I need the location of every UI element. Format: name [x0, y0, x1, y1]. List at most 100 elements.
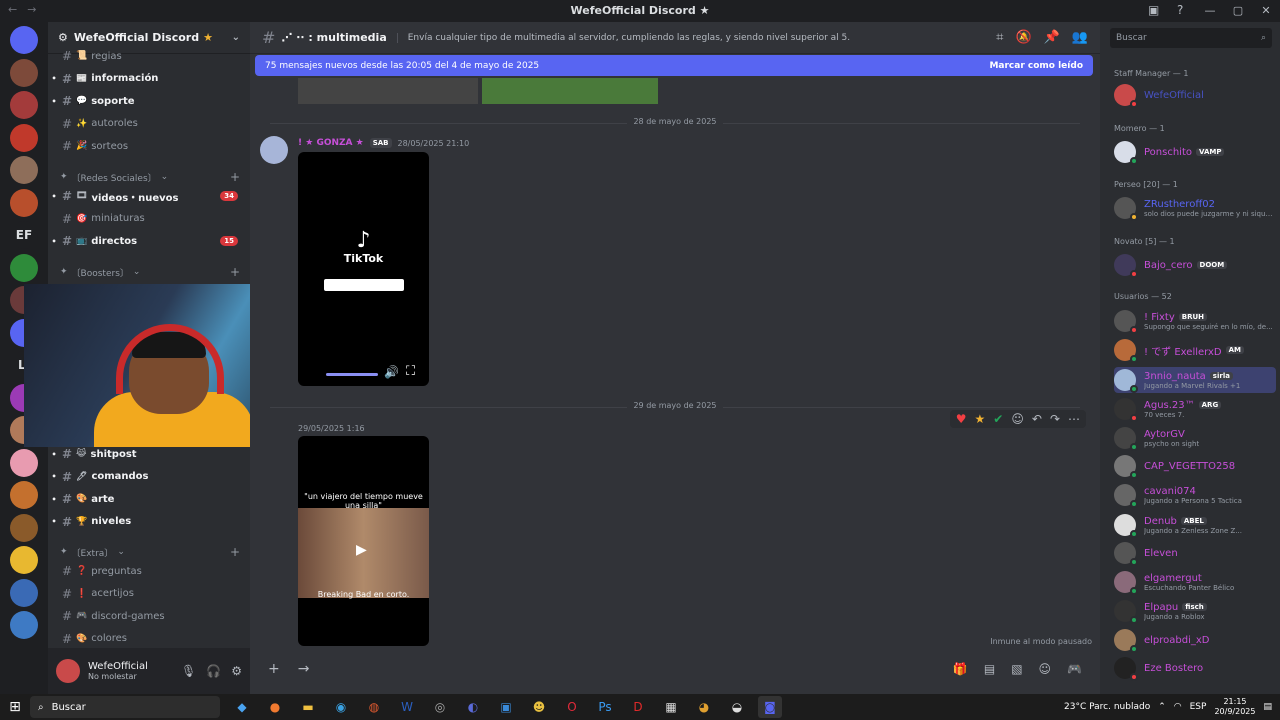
forward-icon[interactable]: ↷ — [1050, 412, 1060, 426]
inbox-icon[interactable]: ▣ — [1148, 3, 1159, 17]
member-item[interactable]: ! でず ExellerxD AM — [1114, 337, 1276, 363]
server-icon[interactable] — [10, 253, 38, 282]
maximize-button[interactable]: ▢ — [1224, 0, 1252, 22]
message-composer[interactable]: + → 🎁 ▤ ▧ ☺ 🎮 — [260, 654, 1090, 684]
gif-icon[interactable]: ▤ — [984, 662, 995, 676]
folder-icon[interactable]: ▬ — [296, 696, 320, 718]
author-name[interactable]: ! ★ GONZA ★ — [298, 138, 364, 148]
server-icon[interactable] — [10, 481, 38, 509]
headphones-icon[interactable]: 🎧 — [206, 664, 221, 678]
sticker-icon[interactable]: ▧ — [1011, 662, 1022, 676]
apps-icon[interactable]: 🎮 — [1067, 662, 1082, 676]
channel-item[interactable]: # ✨ autoroles — [48, 114, 250, 134]
volume-icon[interactable]: 🔊 — [384, 365, 399, 379]
microphone-icon[interactable]: 🎙 — [181, 664, 196, 678]
channel-item[interactable]: • # 🎞 videos・nuevos 34 — [48, 186, 250, 206]
pin-icon[interactable]: 📌 — [1044, 30, 1060, 45]
app-icon[interactable]: ☻ — [527, 696, 551, 718]
members-icon[interactable]: 👥 — [1072, 30, 1088, 45]
check-reaction-icon[interactable]: ✔ — [993, 412, 1003, 426]
channel-category[interactable]: ✦ 〔Boosters〕 ⌄ + — [60, 264, 240, 280]
weather-text[interactable]: 23°C Parc. nublado — [1064, 702, 1150, 712]
more-options-icon[interactable]: ⋯ — [1068, 412, 1080, 426]
add-channel-icon[interactable]: + — [230, 170, 240, 184]
app-icon[interactable]: ◐ — [461, 696, 485, 718]
chevron-down-icon[interactable]: ⌄ — [232, 32, 240, 43]
member-item[interactable]: Ponschito VAMP — [1114, 139, 1276, 165]
image-thumbnail[interactable] — [482, 78, 658, 104]
server-icon[interactable] — [10, 188, 38, 217]
server-icon[interactable] — [10, 611, 38, 639]
app-icon[interactable]: ▣ — [494, 696, 518, 718]
gift-icon[interactable]: 🎁 — [953, 662, 968, 676]
image-thumbnail[interactable] — [298, 78, 478, 104]
threads-icon[interactable]: ⌗ — [996, 30, 1003, 45]
channel-item[interactable]: • # 🎨 arte — [48, 489, 250, 509]
mute-bell-icon[interactable]: 🔕 — [1015, 30, 1031, 45]
member-item[interactable]: 3nnio_nauta sirla Jugando a Marvel Rivals … — [1114, 367, 1276, 393]
channel-category[interactable]: ✦ 〔Redes Sociales〕 ⌄ + — [60, 169, 240, 185]
tiktok-video-embed[interactable]: ♪ TikTok 🔊 ⛶ — [298, 152, 429, 386]
app-icon[interactable]: ◒ — [725, 696, 749, 718]
help-icon[interactable]: ? — [1177, 3, 1183, 17]
taskbar-search[interactable]: ⌕ Buscar — [30, 696, 220, 718]
server-icon[interactable] — [10, 546, 38, 574]
member-item[interactable]: Agus.23™ ARG 70 veces 7. — [1114, 396, 1276, 422]
channel-item[interactable]: # ❓ preguntas — [48, 561, 250, 581]
server-icon[interactable] — [10, 156, 38, 184]
notifications-icon[interactable]: ▤ — [1263, 702, 1272, 712]
chevron-up-icon[interactable]: ⌃ — [1158, 702, 1166, 712]
member-item[interactable]: cavani074 Jugando a Persona 5 Tactica — [1114, 482, 1276, 508]
channel-item[interactable]: # ❗ acertijos — [48, 584, 250, 604]
member-item[interactable]: elproabdi_xD — [1114, 627, 1276, 653]
server-icon[interactable] — [10, 26, 38, 54]
member-item[interactable]: CAP_VEGETTO258 — [1114, 453, 1276, 479]
clock[interactable]: 21:15 20/9/2025 — [1214, 697, 1255, 717]
server-icon[interactable] — [10, 578, 38, 607]
channel-item[interactable]: • # 📺 directos 15 — [48, 231, 250, 251]
word-icon[interactable]: W — [395, 696, 419, 718]
arrow-right-icon[interactable]: → — [298, 661, 310, 677]
channel-item[interactable]: • # 📰 información — [48, 69, 250, 89]
discord-icon[interactable]: ◙ — [758, 696, 782, 718]
server-icon[interactable] — [10, 91, 38, 119]
app-icon[interactable]: ◍ — [362, 696, 386, 718]
fullscreen-icon[interactable]: ⛶ — [406, 364, 415, 379]
channel-item[interactable]: # 🎉 sorteos — [48, 136, 250, 156]
app-icon[interactable]: ◎ — [428, 696, 452, 718]
member-item[interactable]: Eze Bostero — [1114, 655, 1276, 681]
member-item[interactable]: Denub ABEL Jugando a Zenless Zone Z... — [1114, 512, 1276, 538]
play-icon[interactable]: ▶ — [356, 542, 367, 558]
add-reaction-icon[interactable]: ☺ — [1011, 412, 1024, 426]
avatar[interactable] — [260, 136, 288, 164]
photoshop-icon[interactable]: Ps — [593, 696, 617, 718]
channel-item[interactable]: # 📜 regias — [48, 46, 250, 66]
close-button[interactable]: ✕ — [1252, 0, 1280, 22]
copilot-icon[interactable]: ◆ — [230, 696, 254, 718]
server-icon[interactable] — [10, 448, 38, 477]
channel-topic[interactable]: Envía cualquier tipo de multimedia al se… — [396, 32, 850, 43]
add-channel-icon[interactable]: + — [230, 545, 240, 559]
member-item[interactable]: ZRustheroff02 solo dios puede juzgarme y … — [1114, 195, 1276, 221]
emoji-icon[interactable]: ☺ — [1039, 662, 1052, 676]
member-item[interactable]: AytorGV psycho on sight — [1114, 425, 1276, 451]
server-icon[interactable] — [10, 58, 38, 87]
lang[interactable]: ESP — [1190, 702, 1207, 712]
settings-gear-icon[interactable]: ⚙ — [231, 664, 242, 678]
member-item[interactable]: WefeOfficial — [1114, 82, 1276, 108]
member-item[interactable]: Elpapu fisch Jugando a Roblox — [1114, 598, 1276, 624]
heart-reaction-icon[interactable]: ♥ — [956, 412, 967, 426]
minimize-button[interactable]: — — [1196, 0, 1224, 22]
new-messages-bar[interactable]: 75 mensajes nuevos desde las 20:05 del 4… — [255, 55, 1093, 76]
member-item[interactable]: elgamergut Escuchando Panter Bélico — [1114, 569, 1276, 595]
server-icon[interactable] — [10, 123, 38, 152]
reply-icon[interactable]: ↶ — [1032, 412, 1042, 426]
server-icon[interactable]: EF — [10, 221, 38, 249]
avatar[interactable] — [56, 659, 80, 683]
channel-item[interactable]: • # 🖊 comandos — [48, 467, 250, 487]
app-icon[interactable]: D — [626, 696, 650, 718]
member-item[interactable]: Bajo_cero DOOM — [1114, 252, 1276, 278]
chrome-icon[interactable]: ◕ — [692, 696, 716, 718]
add-channel-icon[interactable]: + — [230, 265, 240, 279]
opera-icon[interactable]: O — [560, 696, 584, 718]
